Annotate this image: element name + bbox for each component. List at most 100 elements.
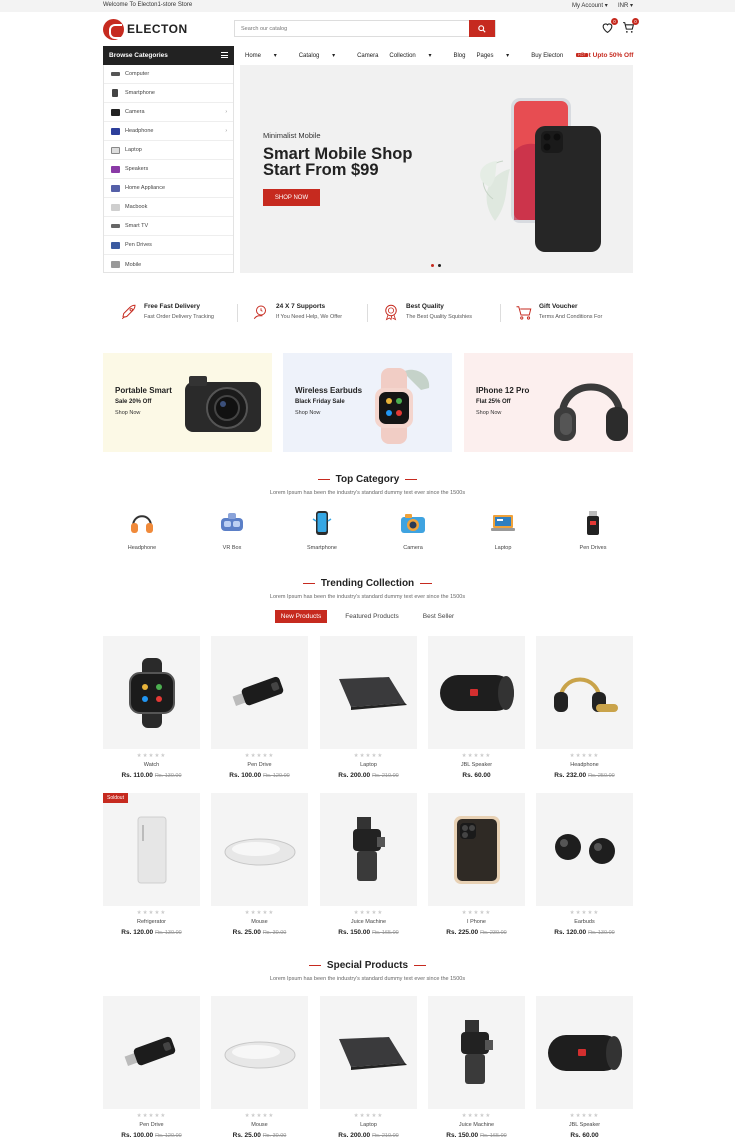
sidebar-item-laptop[interactable]: Laptop <box>104 141 233 160</box>
product-card[interactable]: ★★★★★ Mouse Rs. 25.00 Rs. 30.00 <box>211 996 308 1139</box>
tab-new-products[interactable]: New Products <box>274 610 328 623</box>
sidebar-item-pen-drives[interactable]: Pen Drives <box>104 236 233 255</box>
slider-dot[interactable] <box>438 264 441 267</box>
product-image[interactable] <box>536 636 633 749</box>
sidebar-item-mobile[interactable]: Mobile <box>104 255 233 274</box>
nav-item-catalog[interactable]: Catalog ▾ <box>299 52 346 59</box>
product-card[interactable]: ★★★★★ JBL Speaker Rs. 60.00 <box>428 636 525 779</box>
category-laptop[interactable]: Laptop <box>473 509 533 551</box>
product-name[interactable]: Pen Drive <box>103 1122 200 1128</box>
product-image[interactable] <box>536 793 633 906</box>
banner-shop-link[interactable]: Shop Now <box>295 410 320 416</box>
product-image[interactable] <box>320 793 417 906</box>
browse-categories-toggle[interactable]: Browse Categories <box>103 46 234 65</box>
my-account-dropdown[interactable]: My Account ▾ <box>572 2 608 9</box>
product-price: Rs. 100.00 <box>121 1132 154 1139</box>
nav-item-pages[interactable]: Pages ▾ <box>476 52 520 59</box>
product-card[interactable]: ★★★★★ Pen Drive Rs. 100.00 Rs. 120.00 <box>211 636 308 779</box>
product-card[interactable]: Soldout ★★★★★ Refrigerator Rs. 120.00 Rs.… <box>103 793 200 936</box>
product-card[interactable]: ★★★★★ Watch Rs. 110.00 Rs. 130.00 <box>103 636 200 779</box>
cart-button[interactable]: 0 <box>622 18 639 35</box>
product-image[interactable] <box>536 996 633 1109</box>
category-vr-box[interactable]: VR Box <box>202 509 262 551</box>
product-card[interactable]: ★★★★★ JBL Speaker Rs. 60.00 <box>536 996 633 1139</box>
product-name[interactable]: Refrigerator <box>103 919 200 925</box>
banner-iphone[interactable]: IPhone 12 Pro Flat 25% Off Shop Now <box>464 353 633 452</box>
my-account-label: My Account <box>572 3 604 9</box>
sidebar-item-headphone[interactable]: Headphone › <box>104 122 233 141</box>
product-image[interactable]: Soldout <box>103 793 200 906</box>
product-name[interactable]: JBL Speaker <box>428 762 525 768</box>
product-card[interactable]: ★★★★★ I Phone Rs. 225.00 Rs. 230.00 <box>428 793 525 936</box>
product-name[interactable]: Laptop <box>320 762 417 768</box>
tv-icon <box>111 224 120 228</box>
category-label: Headphone <box>127 545 157 551</box>
category-label: VR Box <box>222 545 242 551</box>
sidebar-item-home-appliance[interactable]: Home Appliance <box>104 179 233 198</box>
product-card[interactable]: ★★★★★ Laptop Rs. 200.00 Rs. 210.00 <box>320 996 417 1139</box>
logo[interactable]: ELECTON <box>103 18 188 40</box>
product-image[interactable] <box>320 636 417 749</box>
product-name[interactable]: JBL Speaker <box>536 1122 633 1128</box>
product-old-price: Rs. 130.00 <box>154 773 182 779</box>
product-card[interactable]: ★★★★★ Juice Machine Rs. 150.00 Rs. 165.00 <box>428 996 525 1139</box>
product-name[interactable]: Watch <box>103 762 200 768</box>
product-name[interactable]: Earbuds <box>536 919 633 925</box>
product-card[interactable]: ★★★★★ Pen Drive Rs. 100.00 Rs. 120.00 <box>103 996 200 1139</box>
banner-earbuds[interactable]: Wireless Earbuds Black Friday Sale Shop … <box>283 353 452 452</box>
product-name[interactable]: Juice Machine <box>428 1122 525 1128</box>
product-price: Rs. 60.00 <box>570 1132 599 1139</box>
sidebar-item-computer[interactable]: Computer <box>104 65 233 84</box>
nav-item-blog[interactable]: Blog <box>453 53 465 59</box>
sidebar-item-camera[interactable]: Camera › <box>104 103 233 122</box>
product-card[interactable]: ★★★★★ Earbuds Rs. 120.00 Rs. 130.00 <box>536 793 633 936</box>
search-input[interactable] <box>235 21 471 36</box>
promo-text[interactable]: Get Upto 50% Off <box>580 52 633 59</box>
product-image[interactable] <box>211 793 308 906</box>
product-card[interactable]: ★★★★★ Juice Machine Rs. 150.00 Rs. 165.00 <box>320 793 417 936</box>
search-button[interactable] <box>469 20 495 37</box>
category-camera[interactable]: Camera <box>383 509 443 551</box>
category-headphone[interactable]: Headphone <box>112 509 172 551</box>
product-name[interactable]: Headphone <box>536 762 633 768</box>
sidebar-item-smartphone[interactable]: Smartphone <box>104 84 233 103</box>
slider-dot-active[interactable] <box>431 264 434 267</box>
product-image[interactable] <box>428 636 525 749</box>
currency-dropdown[interactable]: INR ▾ <box>618 2 633 9</box>
product-name[interactable]: Mouse <box>211 919 308 925</box>
sidebar-item-macbook[interactable]: Macbook <box>104 198 233 217</box>
product-name[interactable]: Pen Drive <box>211 762 308 768</box>
banner-shop-link[interactable]: Shop Now <box>476 410 501 416</box>
product-name[interactable]: Laptop <box>320 1122 417 1128</box>
wishlist-button[interactable]: 0 <box>601 18 618 35</box>
nav-item-home[interactable]: Home ▾ <box>245 52 288 59</box>
product-name[interactable]: Mouse <box>211 1122 308 1128</box>
banner-shop-link[interactable]: Shop Now <box>115 410 140 416</box>
hero-slider: Minimalist Mobile Smart Mobile Shop Star… <box>240 65 633 273</box>
product-image[interactable] <box>211 636 308 749</box>
product-image[interactable] <box>428 996 525 1109</box>
product-name[interactable]: I Phone <box>428 919 525 925</box>
nav-item-camera[interactable]: Camera <box>357 53 378 59</box>
product-card[interactable]: ★★★★★ Headphone Rs. 232.00 Rs. 250.00 <box>536 636 633 779</box>
nav-item-label: Buy Electon <box>531 52 564 59</box>
product-image[interactable] <box>103 996 200 1109</box>
shop-now-button[interactable]: SHOP NOW <box>263 189 320 206</box>
sidebar-item-speakers[interactable]: Speakers <box>104 160 233 179</box>
sidebar-item-smart-tv[interactable]: Smart TV <box>104 217 233 236</box>
product-image[interactable] <box>320 996 417 1109</box>
nav-item-collection[interactable]: Collection ▾ <box>389 52 442 59</box>
product-card[interactable]: ★★★★★ Laptop Rs. 200.00 Rs. 210.00 <box>320 636 417 779</box>
product-image[interactable] <box>211 996 308 1109</box>
category-pen-drives[interactable]: Pen Drives <box>563 509 623 551</box>
product-image[interactable] <box>428 793 525 906</box>
product-name[interactable]: Juice Machine <box>320 919 417 925</box>
tab-best-seller[interactable]: Best Seller <box>417 610 460 623</box>
product-old-price: Rs. 120.00 <box>263 773 290 779</box>
chevron-down-icon: ▾ <box>604 3 608 9</box>
banner-camera[interactable]: Portable Smart Sale 20% Off Shop Now <box>103 353 272 452</box>
tab-featured-products[interactable]: Featured Products <box>339 610 404 623</box>
product-card[interactable]: ★★★★★ Mouse Rs. 25.00 Rs. 30.00 <box>211 793 308 936</box>
category-smartphone[interactable]: Smartphone <box>292 509 352 551</box>
product-image[interactable] <box>103 636 200 749</box>
